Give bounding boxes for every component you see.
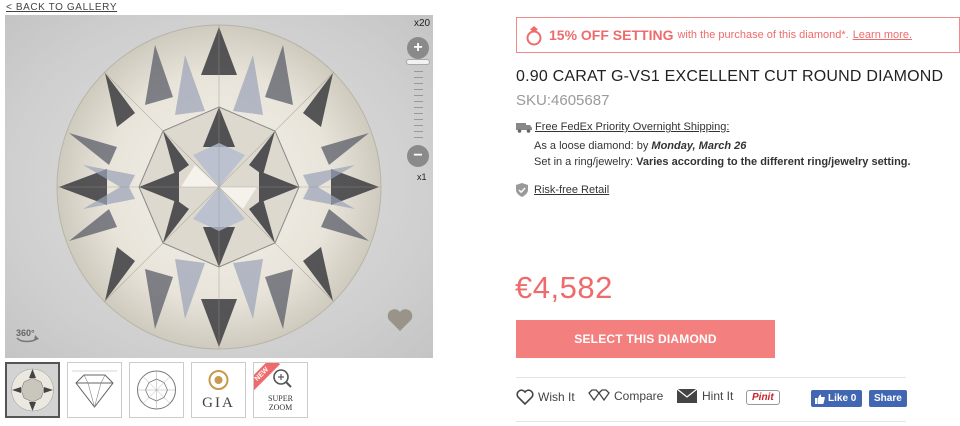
diamond-photo-thumb-icon — [7, 364, 58, 416]
product-title: 0.90 CARAT G-VS1 EXCELLENT CUT ROUND DIA… — [516, 68, 944, 85]
truck-icon — [516, 122, 532, 133]
diamond-top-diagram-icon — [137, 370, 176, 410]
pinterest-pinit-button[interactable]: Pinit — [746, 390, 780, 405]
shipping-ring-prefix: Set in a ring/jewelry: — [534, 156, 637, 168]
heart-outline-icon — [516, 389, 534, 405]
zoom-out-button[interactable]: − — [407, 145, 429, 167]
zoom-min-label: x1 — [417, 172, 427, 182]
shipping-ring-setting: Set in a ring/jewelry: Varies according … — [534, 156, 911, 168]
risk-free-row: Risk-free Retail — [516, 183, 609, 197]
promo-headline: 15% OFF SETTING — [549, 27, 674, 43]
facebook-share-button[interactable]: Share — [869, 390, 907, 407]
compare-label: Compare — [614, 389, 664, 403]
promo-description: with the purchase of this diamond*. — [677, 29, 849, 41]
envelope-icon — [676, 388, 698, 403]
thumbnail-side-profile[interactable] — [67, 362, 122, 418]
hint-it-button[interactable]: Hint It — [676, 387, 733, 405]
diamond-profile-icon — [72, 370, 117, 408]
shipping-loose-diamond: As a loose diamond: by Monday, March 26 — [534, 140, 746, 152]
rotate-360-button[interactable]: 360° — [13, 320, 41, 348]
rotate-360-label: 360° — [16, 328, 35, 338]
super-zoom-label: SUPER ZOOM — [254, 394, 307, 412]
shipping-loose-prefix: As a loose diamond: by — [534, 140, 652, 152]
thumbnail-super-zoom[interactable]: NEW SUPER ZOOM — [253, 362, 308, 418]
actions-divider-top — [516, 377, 906, 378]
back-to-gallery-link[interactable]: < BACK TO GALLERY — [6, 2, 117, 13]
product-sku: SKU:4605687 — [516, 92, 610, 109]
wish-it-label: Wish It — [538, 390, 575, 404]
favorite-heart-button[interactable] — [386, 307, 414, 333]
thumbnail-top-diagram[interactable] — [129, 362, 184, 418]
super-zoom-label-line1: SUPER — [268, 394, 293, 403]
shield-icon — [516, 183, 528, 197]
gia-seal-icon — [208, 370, 229, 390]
super-zoom-label-line2: ZOOM — [268, 403, 293, 412]
facebook-like-button[interactable]: Like 0 — [811, 390, 863, 407]
shipping-ring-value: Varies according to the different ring/j… — [636, 156, 911, 168]
risk-free-link[interactable]: Risk-free Retail — [534, 184, 609, 196]
free-shipping-link[interactable]: Free FedEx Priority Overnight Shipping: — [535, 121, 729, 133]
heart-icon — [387, 309, 413, 331]
zoom-in-button[interactable]: + — [407, 37, 429, 59]
gia-label: GIA — [202, 395, 235, 411]
shipping-row: Free FedEx Priority Overnight Shipping: — [516, 121, 729, 133]
compare-diamonds-icon — [588, 389, 610, 402]
hint-it-label: Hint It — [702, 389, 734, 403]
zoom-slider-handle[interactable] — [406, 59, 430, 65]
ring-icon — [526, 26, 542, 46]
wish-it-button[interactable]: Wish It — [516, 389, 575, 405]
thumbs-up-icon — [815, 394, 825, 404]
select-diamond-button[interactable]: SELECT THIS DIAMOND — [516, 320, 775, 358]
zoom-max-label: x20 — [414, 18, 431, 29]
diamond-viewer[interactable]: x20 + − x1 360° — [5, 15, 433, 358]
zoom-slider-track[interactable] — [409, 59, 427, 145]
promo-learn-more-link[interactable]: Learn more. — [853, 29, 912, 41]
shipping-loose-date: Monday, March 26 — [651, 140, 747, 152]
actions-divider-bottom — [516, 421, 906, 422]
thumbnail-gia-certificate[interactable]: GIA — [191, 362, 246, 418]
social-actions-row: Wish It Compare Hint It Pinit Like 0 Sha… — [516, 386, 916, 410]
thumbnail-diamond-photo[interactable] — [5, 362, 60, 418]
diamond-image — [56, 24, 382, 350]
compare-button[interactable]: Compare — [588, 389, 663, 403]
promo-banner: 15% OFF SETTING with the purchase of thi… — [516, 17, 960, 53]
facebook-like-label: Like 0 — [828, 393, 857, 404]
product-price: €4,582 — [515, 270, 613, 305]
